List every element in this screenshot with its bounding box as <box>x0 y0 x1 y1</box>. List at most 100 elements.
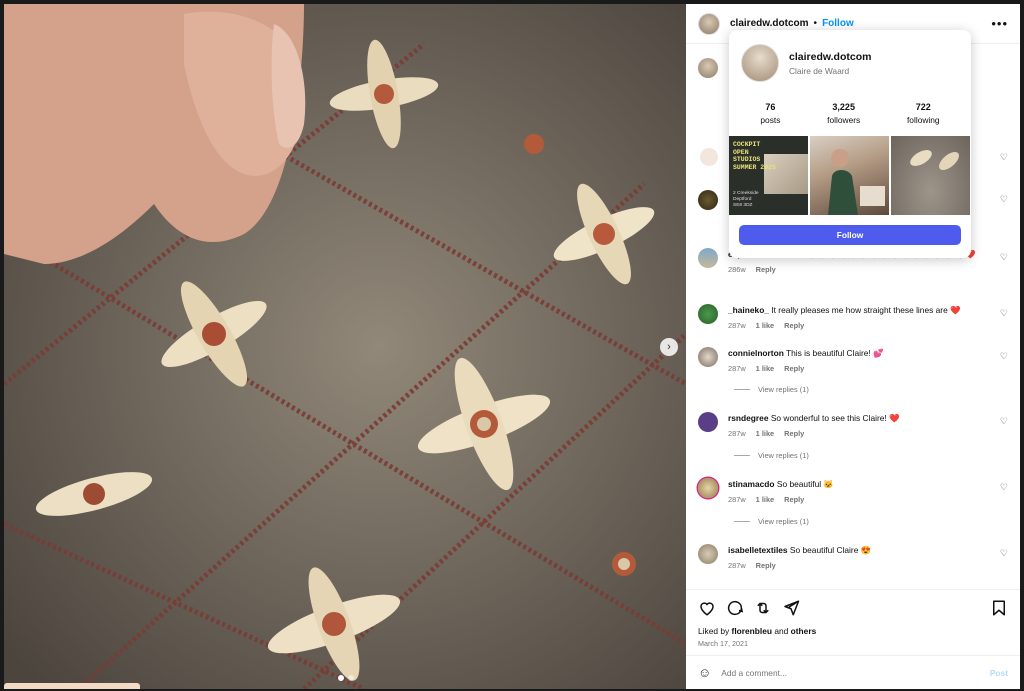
heart-icon[interactable]: ♡ <box>1000 482 1008 493</box>
list-item: rsndegree So wonderful to see this Clair… <box>698 412 1008 438</box>
avatar[interactable] <box>698 412 718 432</box>
more-options-icon[interactable]: ••• <box>991 16 1008 31</box>
heart-icon[interactable]: ♡ <box>1000 351 1008 362</box>
comment-time: 287w <box>728 561 746 570</box>
comment-text: stinamacdo So beautiful 🐱 <box>728 478 990 490</box>
comment-username[interactable]: _haineko_ <box>728 305 769 315</box>
bookmark-icon[interactable] <box>990 599 1008 617</box>
avatar[interactable] <box>698 347 718 367</box>
avatar[interactable] <box>698 190 718 210</box>
heart-icon[interactable]: ♡ <box>1000 548 1008 559</box>
avatar[interactable] <box>698 12 720 35</box>
repost-icon[interactable] <box>754 599 772 617</box>
heart-icon[interactable]: ♡ <box>1000 252 1008 263</box>
comment-text: isabelletextiles So beautiful Claire 😍 <box>728 544 990 556</box>
post-date: March 17, 2021 <box>698 639 748 648</box>
heart-icon[interactable] <box>698 599 716 617</box>
avatar[interactable] <box>741 44 779 82</box>
reply-button[interactable]: Reply <box>784 495 804 504</box>
view-replies-button[interactable]: View replies (1) <box>734 451 809 460</box>
liked-by: Liked by florenbleu and others <box>698 626 1008 636</box>
comment-input[interactable] <box>721 667 990 678</box>
next-slide-button[interactable]: › <box>660 338 678 356</box>
carousel-dot <box>348 675 354 681</box>
reply-button[interactable]: Reply <box>756 561 776 570</box>
like-count[interactable]: 1 like <box>756 364 775 373</box>
stat-label: followers <box>827 115 861 125</box>
view-replies-button[interactable]: View replies (1) <box>734 517 809 526</box>
comment-body: So beautiful 🐱 <box>776 479 834 489</box>
stat-value: 3,225 <box>832 102 855 112</box>
avatar[interactable] <box>698 248 718 268</box>
post-thumbnail[interactable]: COCKPIT OPEN STUDIOS SUMMER 2025 2 Creek… <box>729 136 808 215</box>
comment-meta: 287w 1 like Reply <box>728 321 1008 330</box>
like-count[interactable]: 1 like <box>756 321 775 330</box>
liked-by-user[interactable]: florenbleu <box>732 626 772 636</box>
heart-icon[interactable]: ♡ <box>1000 308 1008 319</box>
avatar[interactable] <box>700 148 718 166</box>
thumbnail-subtitle: 2 Creekside Deptford SE8 3DZ <box>733 191 759 208</box>
stat-value: 722 <box>915 102 931 112</box>
stat-label: following <box>906 115 940 125</box>
thumbnail-title: COCKPIT OPEN STUDIOS SUMMER 2025 <box>733 141 776 171</box>
hover-card-username[interactable]: clairedw.dotcom <box>789 51 871 63</box>
comment-time: 287w <box>728 429 746 438</box>
post-thumbnail[interactable] <box>810 136 889 215</box>
like-count[interactable]: 1 like <box>756 495 775 504</box>
post-image[interactable]: › <box>4 4 686 689</box>
comment-icon[interactable] <box>726 599 744 617</box>
reply-button[interactable]: Reply <box>784 429 804 438</box>
view-replies-button[interactable]: View replies (1) <box>734 385 809 394</box>
stat-following[interactable]: 722 following <box>907 102 940 125</box>
profile-stats: 76 posts 3,225 followers 722 following <box>729 102 971 125</box>
stat-followers[interactable]: 3,225 followers <box>827 102 860 125</box>
follow-link[interactable]: Follow <box>822 18 854 29</box>
liked-by-others[interactable]: others <box>791 626 817 636</box>
reply-button[interactable]: Reply <box>784 364 804 373</box>
carousel-dot <box>338 675 344 681</box>
hover-card-header: clairedw.dotcom Claire de Waard <box>729 30 971 82</box>
list-item: stinamacdo So beautiful 🐱 287w 1 like Re… <box>698 478 1008 504</box>
avatar[interactable] <box>698 304 718 324</box>
heart-icon[interactable]: ♡ <box>1000 416 1008 427</box>
recent-posts: COCKPIT OPEN STUDIOS SUMMER 2025 2 Creek… <box>729 136 971 215</box>
avatar[interactable] <box>698 544 718 564</box>
follow-button[interactable]: Follow <box>739 225 961 245</box>
comment-username[interactable]: isabelletextiles <box>728 545 788 555</box>
post-thumbnail[interactable] <box>891 136 970 215</box>
comment-time: 287w <box>728 495 746 504</box>
comment-meta: 287w 1 like Reply <box>728 495 1008 504</box>
view-replies-label: View replies (1) <box>758 451 809 460</box>
comment-time: 286w <box>728 265 746 274</box>
hover-card-fullname: Claire de Waard <box>789 65 850 76</box>
list-item: connielnorton This is beautiful Claire! … <box>698 347 1008 373</box>
post-comment-button[interactable]: Post <box>990 668 1008 678</box>
avatar[interactable] <box>698 478 718 498</box>
reply-button[interactable]: Reply <box>756 265 776 274</box>
header-separator: • <box>813 18 818 29</box>
comment-body: It really pleases me how straight these … <box>771 305 961 315</box>
comment-text: _haineko_ It really pleases me how strai… <box>728 304 990 316</box>
divider <box>734 521 750 522</box>
heart-icon[interactable]: ♡ <box>1000 194 1008 205</box>
comment-username[interactable]: stinamacdo <box>728 479 775 489</box>
liked-by-prefix: Liked by <box>698 626 730 636</box>
thumbnail-photo <box>828 149 885 215</box>
share-icon[interactable] <box>782 599 800 617</box>
comment-username[interactable]: rsndegree <box>728 413 769 423</box>
comment-username[interactable]: connielnorton <box>728 348 784 358</box>
beadwork-photo <box>4 4 686 689</box>
reply-button[interactable]: Reply <box>784 321 804 330</box>
like-count[interactable]: 1 like <box>756 429 775 438</box>
post-username[interactable]: clairedw.dotcom <box>730 18 809 29</box>
comment-meta: 286w Reply <box>728 265 1008 274</box>
comment-time: 287w <box>728 364 746 373</box>
avatar[interactable] <box>698 58 718 78</box>
add-comment-bar: ☺ Post <box>686 655 1020 689</box>
comment-text: rsndegree So wonderful to see this Clair… <box>728 412 990 424</box>
comment-time: 287w <box>728 321 746 330</box>
comment-meta: 287w Reply <box>728 561 1008 570</box>
smile-icon[interactable]: ☺ <box>698 665 711 680</box>
heart-icon[interactable]: ♡ <box>1000 152 1008 163</box>
post-actions: Liked by florenbleu and others March 17,… <box>686 589 1020 648</box>
